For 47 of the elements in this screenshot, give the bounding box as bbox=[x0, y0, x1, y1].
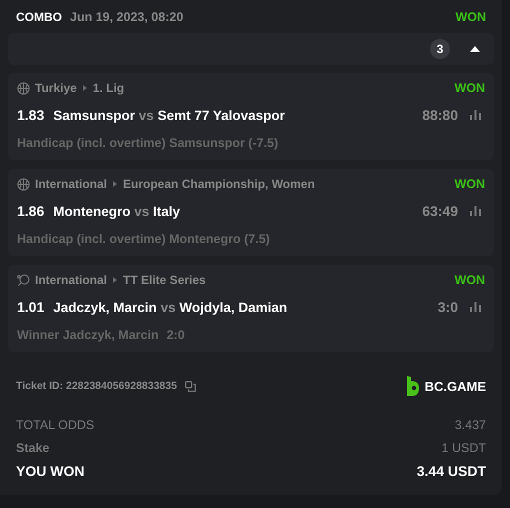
basketball-icon bbox=[17, 178, 30, 190]
total-label: YOU WON bbox=[16, 462, 84, 478]
collapse-bar[interactable]: 3 bbox=[8, 33, 494, 65]
market-text: Winner Jadczyk, Marcin bbox=[17, 328, 159, 342]
basketball-icon bbox=[17, 82, 30, 94]
stats-icon[interactable] bbox=[470, 302, 481, 312]
match-title: Montenegro vs Italy bbox=[53, 204, 180, 218]
match-score: 88:80 bbox=[422, 107, 458, 123]
stats-icon[interactable] bbox=[470, 110, 481, 120]
separator-icon bbox=[113, 181, 118, 187]
total-label: TOTAL ODDS bbox=[16, 418, 94, 432]
stats-icon[interactable] bbox=[470, 206, 481, 216]
total-value: 3.44 USDT bbox=[416, 462, 486, 478]
selection-status: WON bbox=[454, 273, 485, 287]
market-text: Handicap (incl. overtime) Montenegro (7.5) bbox=[17, 232, 270, 246]
caret-icon[interactable] bbox=[470, 46, 480, 52]
total-value: 3.437 bbox=[454, 418, 486, 432]
total-label: Stake bbox=[16, 440, 50, 454]
copy-icon[interactable] bbox=[184, 380, 196, 392]
table-tennis-icon bbox=[17, 274, 30, 286]
separator-icon bbox=[82, 85, 87, 91]
selection-odds: 1.83 bbox=[17, 107, 44, 123]
brand-name: BC.GAME bbox=[424, 378, 486, 394]
total-value: 1 USDT bbox=[442, 440, 486, 454]
match-title: Samsunspor vs Semt 77 Yalovaspor bbox=[53, 108, 285, 122]
match-score: 3:0 bbox=[438, 299, 458, 315]
selection-status: WON bbox=[454, 177, 485, 191]
country-link[interactable]: International bbox=[35, 273, 108, 287]
match-title: Jadczyk, Marcin vs Wojdyla, Damian bbox=[53, 300, 288, 314]
bet-status: WON bbox=[455, 10, 486, 24]
selection-status: WON bbox=[454, 81, 485, 95]
selection-odds: 1.01 bbox=[17, 299, 44, 315]
market-score: 2:0 bbox=[166, 328, 185, 342]
league-link[interactable]: 1. Lig bbox=[92, 81, 124, 95]
bet-date: Jun 19, 2023, 08:20 bbox=[70, 10, 184, 24]
country-link[interactable]: International bbox=[35, 177, 108, 191]
league-link[interactable]: TT Elite Series bbox=[123, 273, 206, 287]
separator-icon bbox=[113, 277, 118, 283]
ticket-id: Ticket ID: 2282384056928833835 bbox=[16, 380, 177, 392]
bet-type: COMBO bbox=[16, 10, 62, 24]
logo-icon bbox=[406, 376, 420, 396]
market-text: Handicap (incl. overtime) Samsunspor (-7.5) bbox=[17, 136, 278, 150]
league-link[interactable]: European Championship, Women bbox=[123, 177, 315, 191]
selection-count-badge: 3 bbox=[430, 39, 450, 59]
match-score: 63:49 bbox=[422, 203, 458, 219]
selection-odds: 1.86 bbox=[17, 203, 44, 219]
country-link[interactable]: Turkiye bbox=[35, 81, 77, 95]
